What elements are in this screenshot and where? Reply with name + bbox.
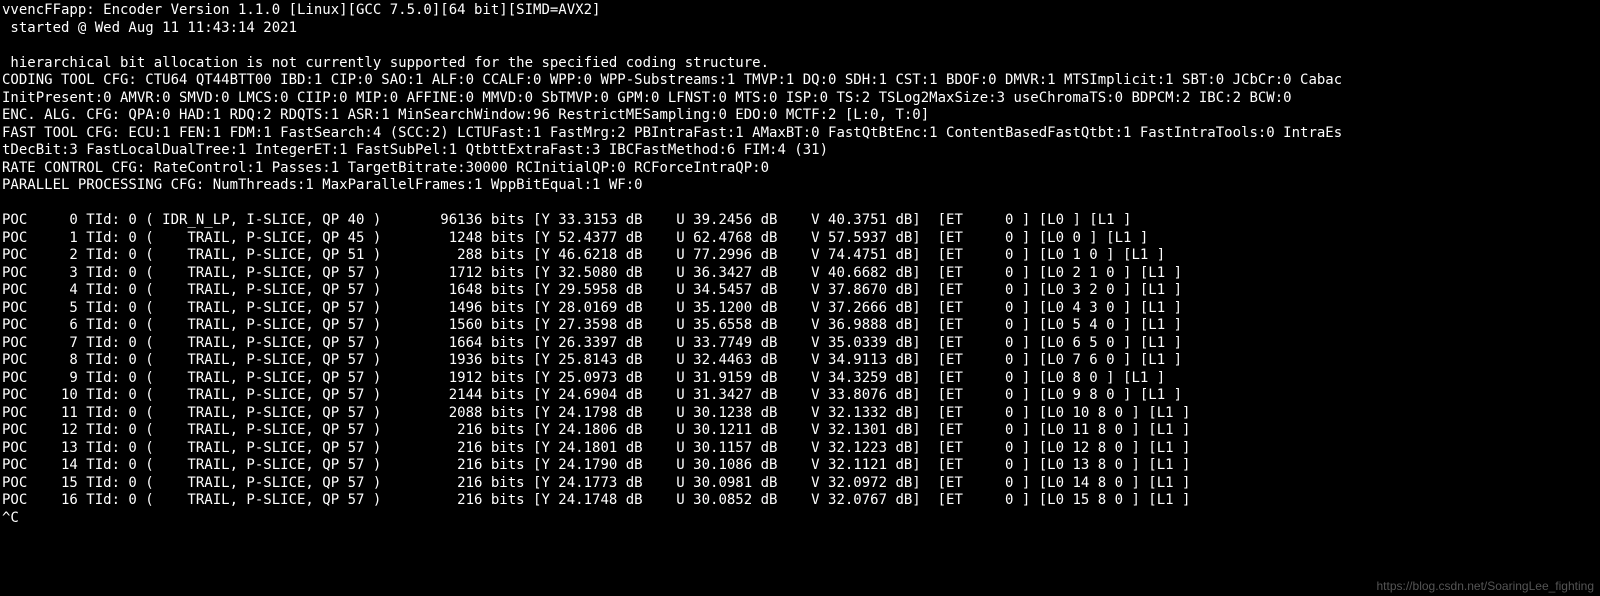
enc-alg-cfg-line: ENC. ALG. CFG: QPA:0 HAD:1 RDQ:2 RDQTS:1… [2, 107, 929, 123]
coding-tool-cfg-line: CODING TOOL CFG: CTU64 QT44BTT00 IBD:1 C… [2, 72, 1342, 88]
warning-line: hierarchical bit allocation is not curre… [2, 55, 769, 71]
watermark: https://blog.csdn.net/SoaringLee_fightin… [1377, 579, 1595, 594]
started-at-line: started @ Wed Aug 11 11:43:14 2021 [2, 20, 297, 36]
parallel-proc-line: PARALLEL PROCESSING CFG: NumThreads:1 Ma… [2, 177, 643, 193]
fast-tool-cfg-line: FAST TOOL CFG: ECU:1 FEN:1 FDM:1 FastSea… [2, 125, 1342, 141]
ctrl-c: ^C [2, 510, 19, 526]
rate-control-line: RATE CONTROL CFG: RateControl:1 Passes:1… [2, 160, 769, 176]
poc-frame-rows: POC 0 TId: 0 ( IDR_N_LP, I-SLICE, QP 40 … [2, 212, 1190, 508]
init-present-line: InitPresent:0 AMVR:0 SMVD:0 LMCS:0 CIIP:… [2, 90, 1292, 106]
terminal-output: vvencFFapp: Encoder Version 1.1.0 [Linux… [0, 0, 1600, 527]
tdecbit-line: tDecBit:3 FastLocalDualTree:1 IntegerET:… [2, 142, 828, 158]
encoder-version-line: vvencFFapp: Encoder Version 1.1.0 [Linux… [2, 2, 600, 18]
